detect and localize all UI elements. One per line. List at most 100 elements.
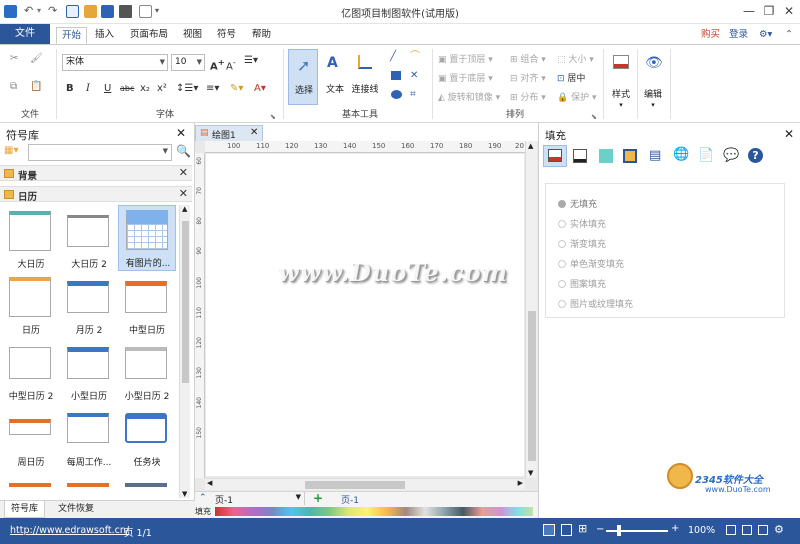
- page-properties-icon[interactable]: ▤: [649, 148, 661, 163]
- rotate-mirror-button[interactable]: ◭ 旋转和镜像 ▾: [438, 90, 500, 103]
- tab-home[interactable]: 开始: [56, 27, 88, 44]
- symbol-item[interactable]: 大日历 2: [60, 207, 118, 273]
- fill-option-gradient[interactable]: 渐变填充: [558, 237, 606, 250]
- font-size-combo[interactable]: 10 ▼: [171, 54, 205, 71]
- bullets-icon[interactable]: ☰▾: [244, 55, 258, 67]
- size-button[interactable]: ⬚ 大小 ▾: [557, 52, 594, 65]
- tab-view[interactable]: 视图: [178, 27, 207, 44]
- align-button[interactable]: ⊟ 对齐 ▾: [510, 71, 546, 84]
- edit-button[interactable]: 👁 编辑 ▾: [640, 49, 666, 117]
- line-style-icon[interactable]: [573, 149, 587, 163]
- website-link[interactable]: http://www.edrawsoft.cn/: [10, 525, 129, 536]
- crop-tool-icon[interactable]: ⌗: [410, 89, 416, 101]
- fill-tab-button[interactable]: [543, 145, 567, 167]
- arrange-dialog-launcher-icon[interactable]: ⬊: [591, 111, 597, 123]
- add-page-button[interactable]: +: [313, 491, 323, 505]
- format-painter-icon[interactable]: 🖌: [30, 53, 43, 65]
- tab-insert[interactable]: 插入: [90, 27, 119, 44]
- symbol-item[interactable]: 大日历: [2, 207, 60, 273]
- settings-gear-icon[interactable]: ⚙: [774, 523, 784, 536]
- outline-view-icon[interactable]: ⊞: [578, 522, 587, 535]
- canvas-vertical-scrollbar[interactable]: ▲ ▼: [525, 141, 537, 478]
- line-spacing-icon[interactable]: ↕☰▾: [176, 83, 198, 95]
- ellipse-tool-icon[interactable]: [391, 90, 402, 99]
- line-tool-icon[interactable]: ╱: [390, 51, 396, 63]
- full-screen-icon[interactable]: [758, 525, 768, 535]
- attachment-icon[interactable]: 📄: [698, 148, 714, 163]
- drawing-page[interactable]: [206, 154, 524, 476]
- scrollbar-thumb[interactable]: [528, 311, 536, 461]
- document-tab[interactable]: ▤ 绘图1 ✕: [195, 125, 263, 141]
- font-dialog-launcher-icon[interactable]: ⬊: [270, 111, 276, 123]
- page-view-icon[interactable]: [561, 524, 572, 536]
- close-icon[interactable]: ✕: [784, 127, 794, 141]
- layer-icon[interactable]: [623, 149, 637, 163]
- minimize-button[interactable]: —: [740, 3, 758, 19]
- fill-option-none[interactable]: 无填充: [558, 197, 597, 210]
- style-button[interactable]: 样式 ▾: [608, 49, 634, 117]
- tab-file-recovery[interactable]: 文件恢复: [52, 501, 100, 518]
- shrink-font-icon[interactable]: A-: [226, 56, 236, 73]
- text-tool-button[interactable]: A 文本: [321, 49, 349, 105]
- scroll-left-icon[interactable]: ◀: [207, 479, 212, 487]
- center-button[interactable]: ⊡ 居中: [557, 71, 585, 84]
- scrollbar-thumb[interactable]: [182, 221, 189, 383]
- font-color-icon[interactable]: A▾: [254, 83, 266, 95]
- paste-icon[interactable]: 📋: [30, 81, 42, 93]
- rectangle-tool-icon[interactable]: [391, 71, 401, 80]
- scroll-down-icon[interactable]: ▼: [528, 469, 533, 477]
- grow-font-icon[interactable]: A+: [210, 56, 225, 73]
- symbol-item[interactable]: 每周工作...: [60, 405, 118, 471]
- zoom-out-button[interactable]: −: [596, 524, 604, 535]
- group-button[interactable]: ⊞ 组合 ▾: [510, 52, 546, 65]
- tab-page-layout[interactable]: 页面布局: [125, 27, 173, 44]
- underline-button[interactable]: U: [104, 83, 111, 95]
- crosshair-tool-icon[interactable]: ✕: [410, 70, 418, 82]
- close-button[interactable]: ✕: [780, 3, 798, 19]
- strikethrough-button[interactable]: abc: [120, 83, 134, 95]
- bring-to-front-button[interactable]: ▣ 置于顶层 ▾: [438, 52, 493, 65]
- page-select[interactable]: 页-1 ▼: [213, 492, 305, 506]
- superscript-button[interactable]: x²: [157, 83, 167, 95]
- italic-button[interactable]: I: [86, 83, 90, 95]
- symbol-item[interactable]: 中型日历: [118, 273, 176, 339]
- connector-tool-button[interactable]: 连接线: [350, 49, 380, 105]
- bold-button[interactable]: B: [66, 83, 74, 95]
- color-swatches[interactable]: [215, 507, 533, 516]
- help-icon[interactable]: ?: [748, 148, 763, 163]
- select-tool-button[interactable]: ➚ 选择: [288, 49, 318, 105]
- send-to-back-button[interactable]: ▣ 置于底层 ▾: [438, 71, 493, 84]
- highlight-icon[interactable]: ✎▾: [230, 83, 243, 95]
- symbol-item[interactable]: 小型日历: [60, 339, 118, 405]
- page-nav-up-icon[interactable]: ⌃: [199, 493, 207, 503]
- scroll-right-icon[interactable]: ▶: [518, 479, 523, 487]
- fit-page-icon[interactable]: [726, 525, 736, 535]
- scroll-up-icon[interactable]: ▲: [182, 205, 187, 213]
- copy-icon[interactable]: ⧉: [10, 81, 17, 93]
- symbol-item[interactable]: 小型日历 2: [118, 339, 176, 405]
- fill-option-solid[interactable]: 实体填充: [558, 217, 606, 230]
- settings-gear-icon[interactable]: ⚙▾: [754, 27, 777, 44]
- fill-option-single-gradient[interactable]: 单色渐变填充: [558, 257, 624, 270]
- restore-button[interactable]: ❐: [760, 3, 778, 19]
- zoom-slider-thumb[interactable]: [617, 525, 621, 536]
- symbol-item[interactable]: 日历: [2, 273, 60, 339]
- section-header-calendar[interactable]: 日历 ✕: [0, 186, 192, 203]
- library-menu-icon[interactable]: ▦▾: [4, 145, 24, 160]
- symbol-item[interactable]: 中型日历 2: [2, 339, 60, 405]
- scroll-up-icon[interactable]: ▲: [528, 142, 533, 150]
- text-direction-icon[interactable]: ≡▾: [206, 83, 219, 95]
- tab-symbols[interactable]: 符号: [212, 27, 241, 44]
- hyperlink-icon[interactable]: 🌐: [673, 147, 689, 162]
- login-link[interactable]: 登录: [724, 27, 753, 44]
- symbol-item[interactable]: 月历 2: [60, 273, 118, 339]
- close-icon[interactable]: ✕: [179, 166, 188, 179]
- symbol-item[interactable]: 任务块: [118, 405, 176, 471]
- section-header-background[interactable]: 背景 ✕: [0, 165, 192, 182]
- close-icon[interactable]: ✕: [250, 127, 258, 138]
- search-icon[interactable]: 🔍: [176, 144, 191, 158]
- subscript-button[interactable]: x₂: [140, 83, 150, 95]
- close-icon[interactable]: ✕: [179, 187, 188, 200]
- buy-link[interactable]: 购买: [696, 27, 725, 44]
- tab-help[interactable]: 帮助: [247, 27, 276, 44]
